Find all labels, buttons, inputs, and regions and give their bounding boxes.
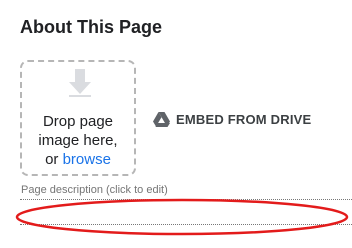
dropzone-instructions: Drop page image here, or browse xyxy=(22,112,134,169)
embed-from-drive-button[interactable]: EMBED FROM DRIVE xyxy=(153,112,311,127)
download-arrow-icon xyxy=(69,69,91,97)
embed-from-drive-label: EMBED FROM DRIVE xyxy=(176,112,312,127)
google-drive-icon xyxy=(153,112,170,127)
dropzone-line-1: Drop page xyxy=(42,113,114,130)
dropzone-or-text: or xyxy=(45,151,59,168)
dropzone-line-2: image here, xyxy=(38,132,118,149)
page-description-label: Page description (click to edit) xyxy=(21,184,168,196)
dropzone-line-3: or browse xyxy=(22,150,134,169)
about-page-panel: About This Page Drop page image here, or… xyxy=(0,0,352,248)
browse-link[interactable]: browse xyxy=(63,151,111,168)
section-title: About This Page xyxy=(20,17,163,37)
image-dropzone[interactable]: Drop page image here, or browse xyxy=(20,60,136,176)
page-description-field[interactable] xyxy=(20,199,352,225)
